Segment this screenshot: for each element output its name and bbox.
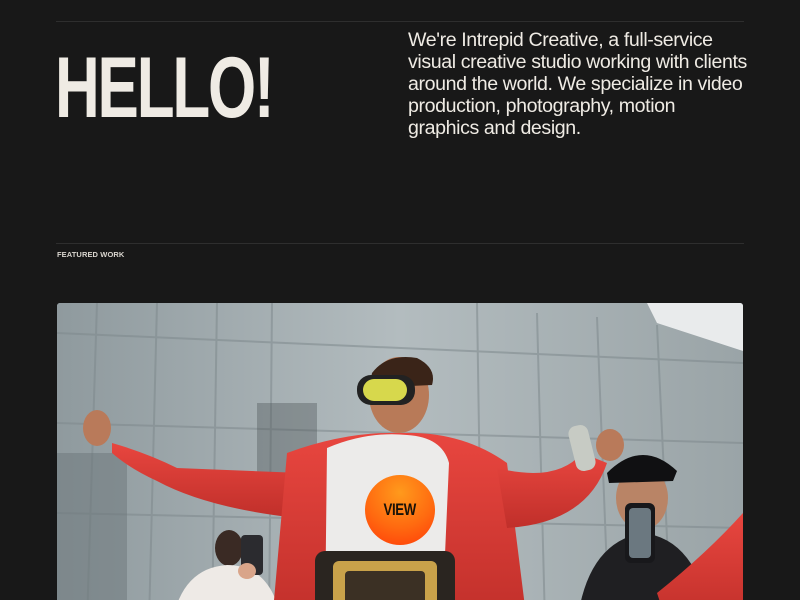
featured-work-image bbox=[57, 303, 743, 600]
top-divider bbox=[56, 21, 744, 22]
studio-intro: We're Intrepid Creative, a full-service … bbox=[408, 29, 747, 139]
view-button[interactable]: VIEW bbox=[365, 475, 435, 545]
view-button-label: VIEW bbox=[383, 500, 417, 519]
featured-work-card[interactable]: VIEW bbox=[57, 303, 743, 600]
featured-work-label: FEATURED WORK bbox=[57, 250, 125, 259]
section-divider bbox=[56, 243, 744, 244]
hero-heading: HELLO! bbox=[55, 40, 275, 136]
